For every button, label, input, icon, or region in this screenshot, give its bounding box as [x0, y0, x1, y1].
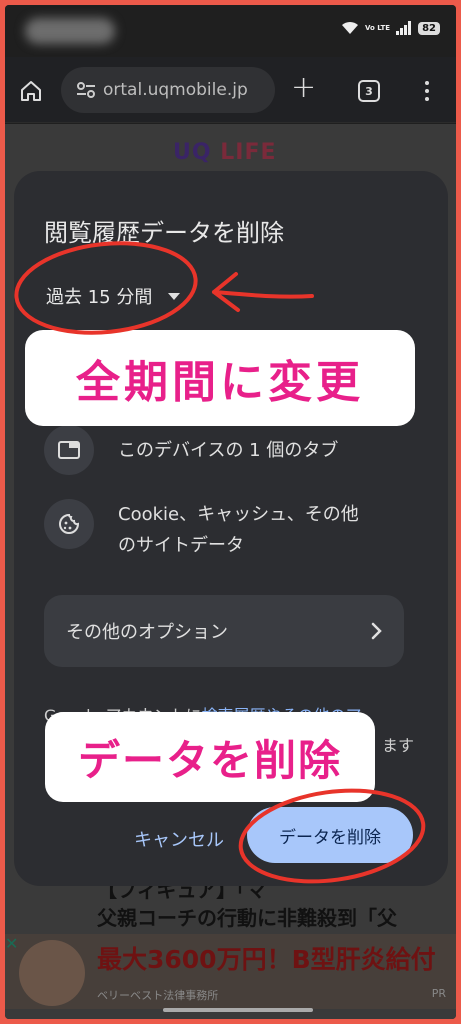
phone-screen: Vo LTE 82 ortal.uqmobile.jp + 3 UQ LIFE … — [5, 5, 456, 1019]
more-menu-icon[interactable] — [424, 79, 430, 103]
cookies-line-2: のサイトデータ — [118, 535, 244, 556]
logo-part-life: LIFE — [220, 140, 277, 165]
browser-toolbar: ortal.uqmobile.jp + 3 — [5, 57, 456, 123]
headline-line-2[interactable]: 父親コーチの行動に非難殺到「父 — [97, 902, 397, 931]
dialog-title: 閲覧履歴データを削除 — [44, 219, 284, 247]
tab-switcher-button[interactable]: 3 — [358, 80, 380, 102]
tabs-row[interactable]: このデバイスの 1 個のタブ — [44, 425, 408, 475]
cookie-icon — [44, 499, 94, 549]
blurred-clock — [25, 18, 115, 44]
callout-change-to-all-time: 全期間に変更 — [25, 330, 415, 426]
time-range-value: 過去 15 分間 — [46, 287, 153, 308]
volte-label: Vo LTE — [364, 23, 391, 32]
more-options-label: その他のオプション — [66, 622, 228, 643]
ad-title[interactable]: 最大3600万円！B型肝炎給付 — [97, 940, 436, 976]
more-options-button[interactable]: その他のオプション — [44, 595, 404, 667]
status-icons: Vo LTE 82 — [341, 21, 440, 35]
chevron-right-icon — [371, 622, 382, 640]
home-icon[interactable] — [19, 79, 43, 103]
ad-photo — [19, 940, 85, 1006]
new-tab-button[interactable]: + — [291, 73, 316, 103]
uq-life-logo: UQ LIFE — [173, 140, 277, 165]
ad-close-icon[interactable]: ✕ — [5, 934, 18, 953]
cookies-line-1: Cookie、キャッシュ、その他 — [118, 504, 359, 525]
url-text: ortal.uqmobile.jp — [103, 80, 248, 100]
wifi-icon — [341, 21, 358, 34]
dropdown-arrow-icon — [168, 292, 181, 300]
ad-pr-label: PR — [431, 987, 446, 1000]
note-line-2-end: ます — [381, 736, 414, 755]
tab-icon — [44, 425, 94, 475]
cookies-row[interactable]: Cookie、キャッシュ、その他 のサイトデータ — [44, 499, 408, 561]
tabs-row-text: このデバイスの 1 個のタブ — [118, 440, 339, 461]
delete-data-button[interactable]: データを削除 — [247, 807, 413, 863]
cookies-row-text: Cookie、キャッシュ、その他 のサイトデータ — [118, 499, 408, 561]
battery-indicator: 82 — [418, 21, 440, 35]
cancel-button[interactable]: キャンセル — [134, 826, 224, 852]
ad-sponsor: ベリーベスト法律事務所 — [97, 989, 219, 1002]
ad-banner[interactable]: ✕ 最大3600万円！B型肝炎給付 ベリーベスト法律事務所 PR — [5, 934, 456, 1009]
address-bar[interactable]: ortal.uqmobile.jp — [61, 67, 275, 113]
signal-icon — [396, 21, 412, 35]
logo-part-uq: UQ — [173, 140, 221, 165]
time-range-dropdown[interactable]: 過去 15 分間 — [46, 283, 181, 309]
site-settings-icon[interactable] — [75, 79, 97, 101]
status-bar: Vo LTE 82 — [5, 5, 456, 57]
callout-delete-data: データを削除 — [45, 712, 375, 802]
gesture-bar — [163, 1008, 313, 1012]
